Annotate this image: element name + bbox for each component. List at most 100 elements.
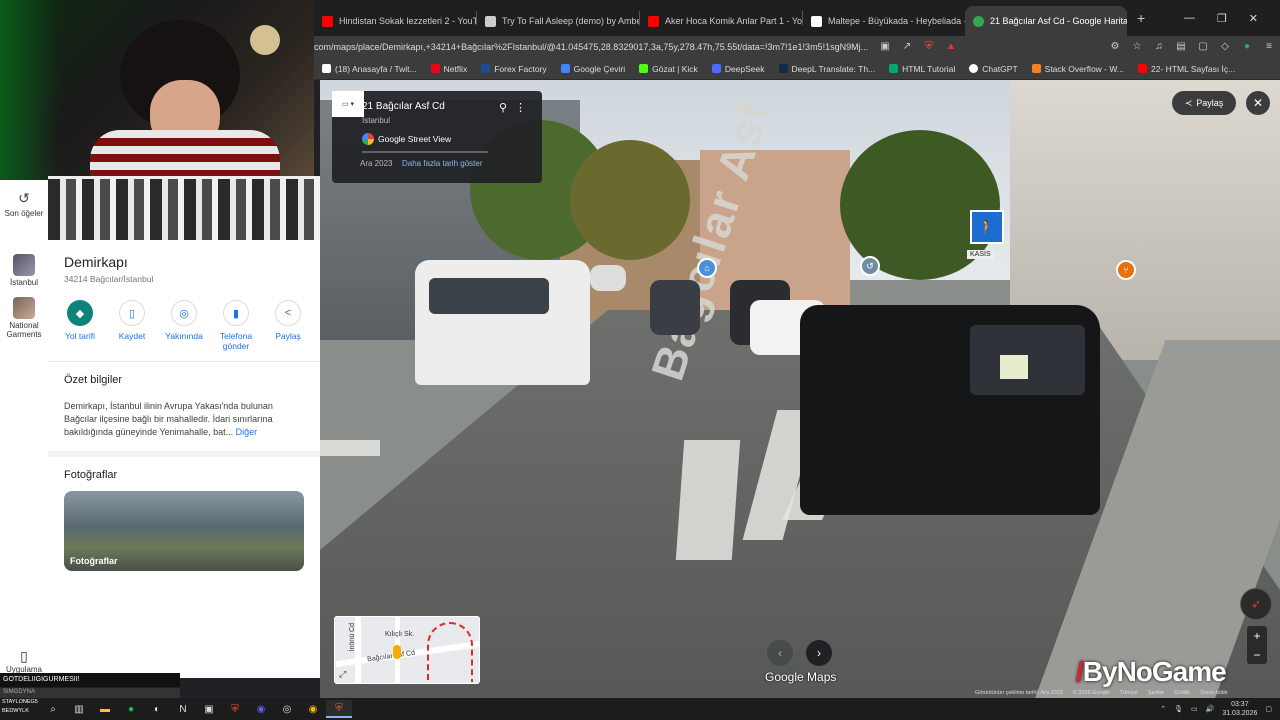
bookmark-item[interactable]: Gözat | Kick — [639, 64, 698, 74]
timeline-bar — [362, 151, 488, 153]
speed-bump-sign: KASİS — [967, 250, 994, 259]
compass-icon[interactable]: ➶ — [1240, 588, 1272, 620]
browser-tab[interactable]: Aker Hoca Komik Anlar Part 1 - YouT✕ — [640, 6, 802, 36]
history-pin-icon[interactable]: ↺ — [860, 256, 880, 276]
bookmark-item[interactable]: DeepSeek — [711, 64, 765, 74]
stream-names: STAYLONEG5 BEDWYLK — [2, 699, 38, 714]
streetview-info-card: ▭ ▾ 21 Bağcılar Asf Cd İstanbul ⚲ ⋮ Googl… — [332, 91, 542, 183]
more-options-icon[interactable]: ⋮ — [515, 101, 526, 114]
file-explorer-icon[interactable]: ▬ — [92, 700, 118, 718]
restaurant-pin-icon[interactable]: ⑂ — [1116, 260, 1136, 280]
url-text[interactable]: com/maps/place/Demirkapı,+34214+Bağcılar… — [314, 42, 874, 52]
browser-tab[interactable]: Maltepe - Büyükada - Heybeliada - ✕ — [803, 6, 965, 36]
bookmark-star-icon[interactable]: ☆ — [1130, 40, 1144, 54]
volume-icon[interactable]: 🔊 — [1206, 705, 1215, 713]
share-streetview-button[interactable]: ≺ Paylaş — [1172, 91, 1236, 115]
brave-shield-icon[interactable]: ⛨ — [922, 40, 936, 54]
bookmark-item[interactable]: Stack Overflow - W... — [1031, 64, 1124, 74]
photos-section: Fotoğraflar Fotoğraflar — [48, 457, 320, 583]
bookmark-item[interactable]: ChatGPT — [969, 64, 1018, 74]
discord-icon[interactable]: ◉ — [248, 700, 274, 718]
window-icon[interactable]: ▣ — [196, 700, 222, 718]
sidebar-icon[interactable]: ▤ — [1174, 40, 1188, 54]
share-button[interactable]: < Paylaş — [264, 300, 312, 351]
brave-icon[interactable]: ⛨ — [222, 700, 248, 718]
translate-icon[interactable]: ▣ — [878, 40, 892, 54]
rail-item-national-garments[interactable]: National Garments — [0, 297, 48, 339]
browser-tab[interactable]: Try To Fall Asleep (demo) by Amber✕ — [477, 6, 639, 36]
background-shelf — [48, 176, 320, 240]
expand-minimap-icon[interactable]: ⤢ — [339, 669, 346, 680]
garments-thumbnail — [13, 297, 35, 319]
send-to-phone-button[interactable]: ▮ Telefona gönder — [212, 300, 260, 351]
place-pin-icon[interactable]: ⌂ — [697, 258, 717, 278]
more-dates-link[interactable]: Daha fazla tarih göster — [402, 159, 483, 168]
notifications-icon[interactable]: ▢ — [1265, 705, 1272, 713]
share-page-icon[interactable]: ↗ — [900, 40, 914, 54]
stackoverflow-icon — [1031, 64, 1041, 73]
brave-active-icon[interactable]: ⛨ — [326, 700, 352, 718]
app-icon[interactable]: ◐ — [144, 700, 170, 718]
chevron-up-icon[interactable]: ⌃ — [1160, 705, 1166, 713]
network-icon[interactable]: ▭ — [1191, 705, 1198, 713]
restore-icon[interactable]: ❐ — [1217, 12, 1227, 25]
menu-icon[interactable]: ≡ — [1262, 40, 1276, 54]
chrome-icon[interactable]: ◉ — [300, 700, 326, 718]
action-row: ◆ Yol tarifi ▯ Kaydet ◎ Yakınında ▮ Telefona… — [48, 284, 320, 362]
previous-arrow-button[interactable]: ‹ — [767, 640, 793, 666]
maps-pin-icon — [973, 15, 984, 27]
more-link[interactable]: Diğer — [236, 427, 258, 437]
browser-tab-active[interactable]: 21 Bağcılar Asf Cd - Google Harita✕ — [965, 6, 1127, 36]
expand-card-button[interactable]: ▭ ▾ — [332, 91, 364, 117]
media-icon[interactable]: ♫ — [1152, 40, 1166, 54]
google-logo-icon — [362, 133, 374, 145]
minimize-icon[interactable]: — — [1184, 12, 1195, 25]
steam-icon[interactable]: ◎ — [274, 700, 300, 718]
next-arrow-button[interactable]: › — [806, 640, 832, 666]
pegman-icon — [393, 645, 401, 659]
bookmark-item[interactable]: HTML Tutorial — [889, 64, 955, 74]
address-bar[interactable]: com/maps/place/Demirkapı,+34214+Bağcılar… — [314, 36, 1280, 58]
extensions-icon[interactable]: ⚙ — [1108, 40, 1122, 54]
bookmark-item[interactable]: (18) Anasayfa / Twit... — [322, 64, 417, 74]
clock[interactable]: 03:37 31.03.2026 — [1222, 700, 1257, 718]
rewards-icon[interactable]: ▲ — [944, 40, 958, 54]
new-tab-button[interactable]: + — [1127, 10, 1155, 26]
profile-icon[interactable]: ● — [1240, 40, 1254, 54]
vpn-icon[interactable]: ◇ — [1218, 40, 1232, 54]
save-button[interactable]: ▯ Kaydet — [108, 300, 156, 351]
minimap[interactable]: Kılıçlı Sk. Bağcılar Asf Cd İnönü Cd ⤢ — [334, 616, 480, 684]
notion-icon[interactable]: N — [170, 700, 196, 718]
photo-thumbnail[interactable]: Fotoğraflar — [64, 491, 304, 571]
task-view-icon[interactable]: ▥ — [66, 700, 92, 718]
directions-button[interactable]: ◆ Yol tarifi — [56, 300, 104, 351]
zoom-in-button[interactable]: + — [1253, 629, 1260, 643]
spotify-icon[interactable]: ● — [118, 700, 144, 718]
zoom-out-button[interactable]: − — [1253, 648, 1260, 662]
recent-button[interactable]: ↺ Son öğeler — [0, 190, 48, 218]
stream-ticker: GOTDELIIGIGURMESII! — [0, 673, 180, 687]
bookmark-item[interactable]: Forex Factory — [481, 64, 547, 74]
google-maps-logo: Google Maps — [765, 670, 837, 684]
card-title: 21 Bağcılar Asf Cd — [362, 101, 445, 112]
card-subtitle: İstanbul — [362, 116, 391, 125]
nearby-button[interactable]: ◎ Yakınında — [160, 300, 208, 351]
bookmark-item[interactable]: Google Çeviri — [560, 64, 625, 74]
share-icon: < — [275, 300, 301, 326]
place-subtitle: 34214 Bağcılar/İstanbul — [64, 274, 154, 284]
bookmark-item[interactable]: Netflix — [430, 64, 467, 74]
location-pin-icon[interactable]: ⚲ — [499, 101, 507, 114]
browser-tab[interactable]: Hindistan Sokak lezzetleri 2 - YouTube✕ — [314, 6, 476, 36]
bookmark-item[interactable]: DeepL Translate: Th... — [778, 64, 875, 74]
bandcamp-icon — [485, 15, 496, 27]
mic-icon[interactable]: 🎙 — [1174, 705, 1183, 713]
summary-title: Özet bilgiler — [64, 374, 123, 386]
close-streetview-button[interactable]: ✕ — [1246, 91, 1270, 115]
wallet-icon[interactable]: ▢ — [1196, 40, 1210, 54]
apps-button[interactable]: ▯ Uygulama — [0, 648, 48, 674]
rail-item-istanbul[interactable]: İstanbul — [0, 254, 48, 287]
window-close-icon[interactable]: ✕ — [1249, 12, 1258, 25]
search-icon[interactable]: ⌕ — [40, 700, 66, 718]
tab-bar: Hindistan Sokak lezzetleri 2 - YouTube✕ … — [314, 0, 1280, 36]
bookmark-item[interactable]: 22- HTML Sayfası İç... — [1138, 64, 1235, 74]
